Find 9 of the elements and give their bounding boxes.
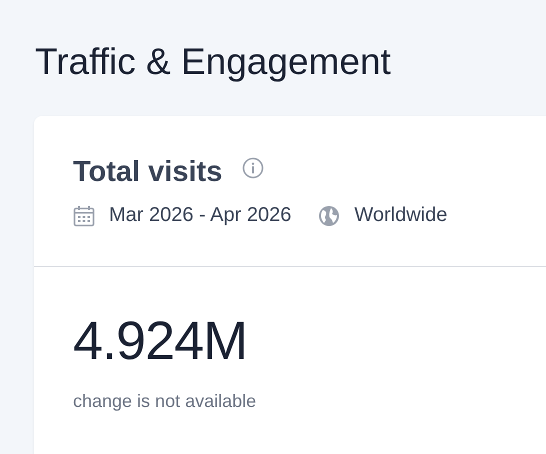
calendar-icon	[73, 204, 95, 226]
change-note: change is not available	[73, 391, 258, 412]
card-title: Total visits	[73, 155, 222, 190]
date-range: Mar 2026 - Apr 2026	[109, 204, 292, 227]
metric-value: 4.924M	[73, 311, 248, 371]
globe-icon	[318, 204, 340, 226]
region-label: Worldwide	[354, 204, 448, 227]
page-title: Traffic & Engagement	[35, 40, 391, 84]
info-icon[interactable]	[242, 157, 264, 179]
